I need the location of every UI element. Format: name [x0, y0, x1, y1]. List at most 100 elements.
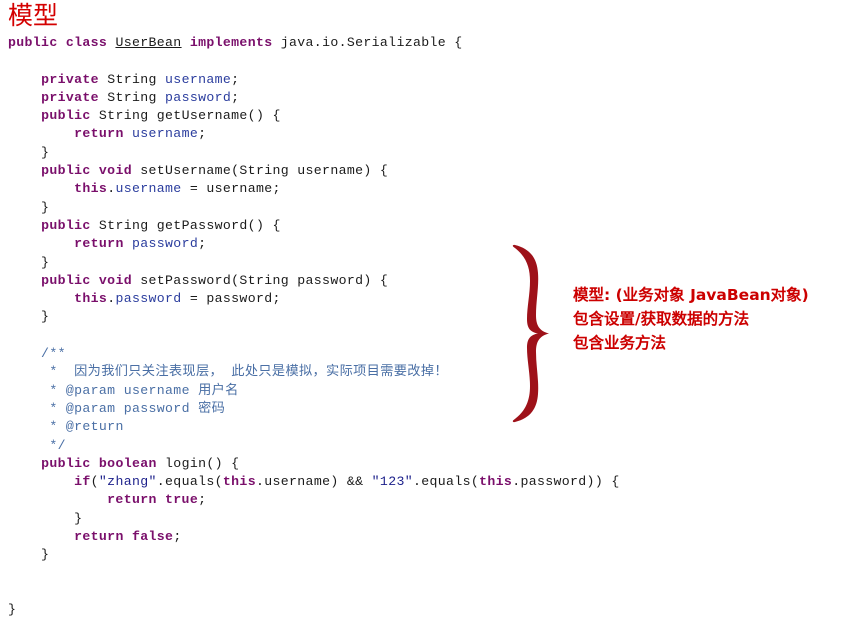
code-token: "zhang" — [98, 474, 157, 490]
code-line: } — [8, 199, 798, 217]
code-token: .username) && — [255, 474, 372, 490]
code-token: this — [222, 474, 256, 490]
code-token: login() { — [156, 455, 240, 471]
code-token: } — [8, 199, 50, 215]
code-token: this — [74, 291, 108, 307]
code-token: String — [98, 217, 149, 233]
code-token: username — [131, 126, 199, 142]
code-token: void — [98, 163, 132, 179]
annotation-line-2: 包含设置/获取数据的方法 — [573, 310, 750, 328]
code-token: ( — [90, 474, 99, 490]
code-token: class — [65, 35, 108, 50]
code-line: return username; — [8, 125, 798, 143]
code-token: String — [107, 71, 157, 87]
annotation-text-group: 模型: (业务对象 JavaBean对象) 包含设置/获取数据的方法 包含业务方… — [573, 283, 809, 355]
code-line: } — [8, 144, 798, 162]
code-token: * — [8, 400, 66, 416]
code-token: true — [165, 492, 199, 508]
code-token: public — [8, 35, 58, 50]
code-token: void — [98, 272, 132, 288]
code-line: this.username = username; — [8, 180, 798, 198]
code-token: } — [8, 254, 50, 270]
code-token: /** — [8, 346, 66, 362]
code-token: } — [8, 510, 83, 526]
code-token: public — [41, 272, 91, 288]
code-token: private — [41, 71, 99, 87]
annotation-callout: 模型: (业务对象 JavaBean对象) 包含设置/获取数据的方法 包含业务方… — [505, 243, 855, 433]
code-token: } — [8, 309, 50, 325]
code-token: return — [74, 236, 124, 252]
code-token: public — [41, 163, 91, 179]
code-token: public — [41, 217, 91, 233]
code-line: } — [8, 546, 798, 564]
code-token: @param — [65, 382, 116, 398]
code-token: 因为我们只关注表现层， 此处只是模拟，实际项目需要改掉！ — [74, 364, 448, 380]
code-token: .equals( — [413, 474, 480, 490]
code-token: public — [41, 108, 91, 124]
code-token: 密码 — [198, 400, 226, 416]
code-token: = username; — [181, 181, 281, 197]
code-token: username — [115, 382, 199, 398]
code-token: java.io.Serializable { — [272, 35, 463, 50]
annotation-line-1: 模型: (业务对象 JavaBean对象) — [573, 286, 809, 304]
code-token: this — [479, 474, 513, 490]
code-token: password — [115, 291, 182, 307]
code-token: boolean — [98, 455, 157, 471]
code-token: setPassword(String password) { — [131, 272, 389, 288]
code-token: ; — [173, 529, 182, 545]
code-token: .equals( — [156, 474, 223, 490]
code-token: } — [8, 602, 17, 618]
code-token: username — [165, 71, 232, 87]
code-line: } — [8, 510, 798, 528]
code-token: @return — [65, 419, 124, 435]
code-token: return — [74, 126, 124, 142]
code-token: = password; — [181, 291, 281, 307]
curly-brace-icon — [512, 244, 549, 423]
code-token: return — [74, 529, 124, 545]
code-token: @param — [65, 400, 116, 416]
code-token: return — [107, 492, 157, 508]
code-token: } — [8, 547, 50, 563]
code-token: */ — [8, 437, 66, 453]
code-token: setUsername(String username) { — [131, 163, 389, 179]
code-token: ; — [231, 71, 240, 87]
code-line: public String getUsername() { — [8, 107, 798, 125]
code-token: private — [41, 89, 99, 105]
code-line: public boolean login() { — [8, 455, 798, 473]
code-token: getPassword() { — [148, 217, 281, 233]
code-line: */ — [8, 437, 798, 455]
code-line: public String getPassword() { — [8, 217, 798, 235]
annotation-line-3: 包含业务方法 — [573, 334, 667, 352]
code-line: public class UserBean implements java.io… — [8, 34, 798, 52]
page-title: 模型 — [8, 1, 59, 30]
code-line: public void setUsername(String username)… — [8, 162, 798, 180]
code-token: 用户名 — [198, 382, 239, 398]
code-token: password — [131, 236, 199, 252]
code-token: this — [74, 181, 108, 197]
code-token: * — [8, 382, 66, 398]
code-line: return true; — [8, 491, 798, 509]
